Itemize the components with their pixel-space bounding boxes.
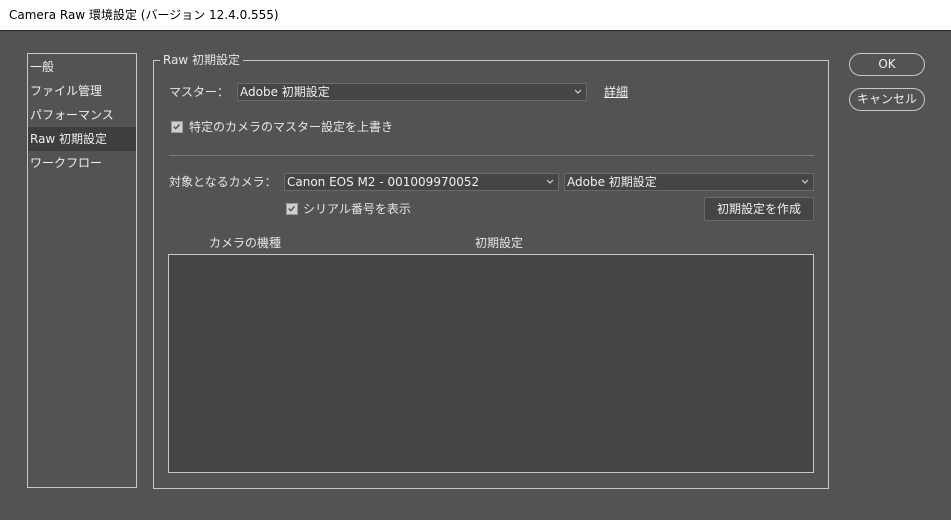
- chevron-down-icon: [574, 89, 582, 94]
- check-icon: [173, 124, 180, 130]
- override-checkbox[interactable]: [171, 121, 183, 133]
- ok-button[interactable]: OK: [849, 53, 925, 76]
- sidebar-item-performance[interactable]: パフォーマンス: [28, 103, 136, 127]
- master-select[interactable]: Adobe 初期設定: [237, 83, 587, 101]
- column-header-camera-model[interactable]: カメラの機種: [209, 235, 281, 251]
- override-checkbox-label: 特定のカメラのマスター設定を上書き: [189, 120, 394, 134]
- camera-defaults-list[interactable]: [168, 254, 814, 473]
- sidebar-item-file-handling[interactable]: ファイル管理: [28, 79, 136, 103]
- sidebar-item-general[interactable]: 一般: [28, 55, 136, 79]
- group-title: Raw 初期設定: [160, 52, 244, 68]
- chevron-down-icon: [546, 179, 554, 184]
- master-select-value: Adobe 初期設定: [240, 85, 330, 99]
- column-header-default[interactable]: 初期設定: [475, 235, 523, 251]
- camera-select-value: Canon EOS M2 - 001009970052: [287, 175, 480, 189]
- details-link[interactable]: 詳細: [604, 84, 628, 100]
- preferences-sidebar: 一般 ファイル管理 パフォーマンス Raw 初期設定 ワークフロー: [27, 53, 137, 488]
- show-serial-label: シリアル番号を表示: [303, 202, 411, 216]
- sidebar-item-raw-defaults[interactable]: Raw 初期設定: [28, 127, 136, 151]
- check-icon: [288, 206, 295, 212]
- master-label: マスター：: [169, 85, 230, 99]
- target-camera-label: 対象となるカメラ：: [169, 175, 277, 189]
- create-default-button[interactable]: 初期設定を作成: [704, 197, 814, 221]
- camera-default-select[interactable]: Adobe 初期設定: [564, 173, 814, 191]
- cancel-button[interactable]: キャンセル: [849, 88, 925, 111]
- camera-select[interactable]: Canon EOS M2 - 001009970052: [284, 173, 559, 191]
- window-title: Camera Raw 環境設定 (バージョン 12.4.0.555): [0, 0, 951, 31]
- sidebar-item-workflow[interactable]: ワークフロー: [28, 151, 136, 175]
- show-serial-checkbox[interactable]: [286, 203, 298, 215]
- chevron-down-icon: [801, 179, 809, 184]
- section-divider: [169, 155, 814, 156]
- camera-default-select-value: Adobe 初期設定: [567, 175, 657, 189]
